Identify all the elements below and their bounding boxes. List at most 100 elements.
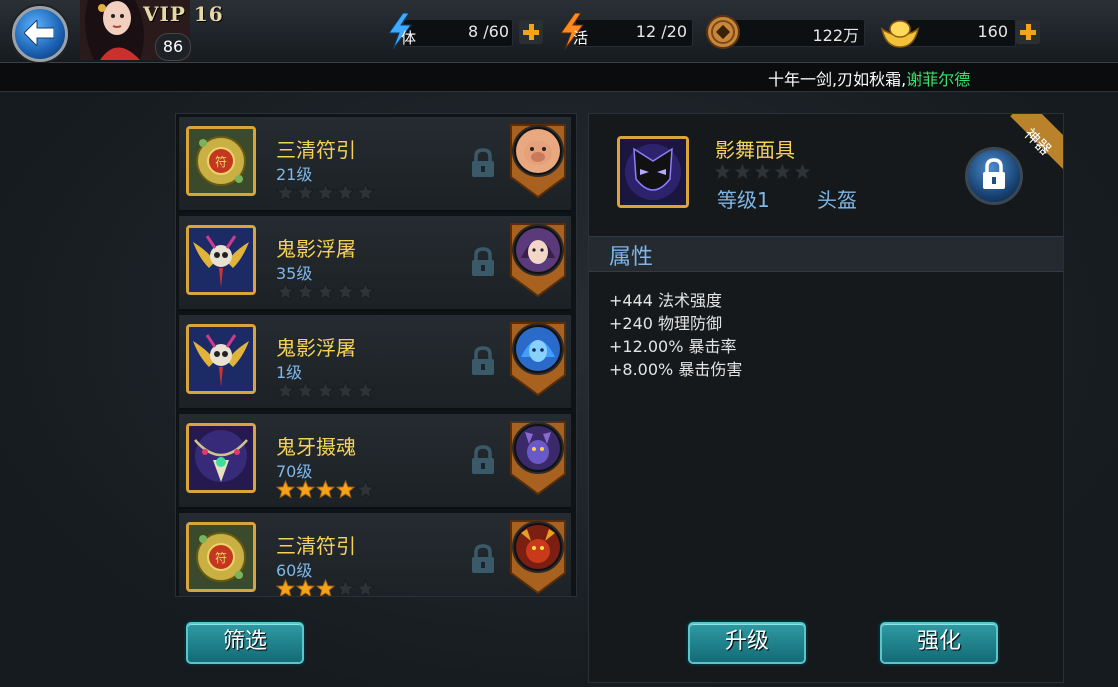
stamina-value: 8 /60	[467, 22, 509, 41]
equipment-list[interactable]: 符三清符引 21级 鬼影浮屠 35级 鬼影浮屠 1级 鬼牙摄魂 70级符三清符引 60级	[175, 113, 577, 597]
copper-coin-icon	[706, 15, 740, 49]
equipment-list-item[interactable]: 鬼影浮屠 35级	[179, 216, 571, 311]
item-name: 三清符引	[276, 138, 356, 162]
star-empty-icon	[296, 381, 315, 400]
item-lock-icon[interactable]	[469, 543, 497, 575]
star-empty-icon	[733, 162, 752, 181]
gold-value: 160	[977, 22, 1008, 41]
star-empty-icon	[296, 183, 315, 202]
star-empty-icon	[773, 162, 792, 181]
shadow-mask-icon	[620, 139, 686, 205]
svg-text:符: 符	[215, 154, 227, 169]
equipment-icon	[186, 225, 256, 295]
star-filled-icon	[316, 579, 335, 596]
attributes-list: +444 法术强度 +240 物理防御 +12.00% 暴击率 +8.00% 暴击伤害	[609, 289, 742, 381]
equipment-icon-detail	[617, 136, 689, 208]
star-empty-icon	[336, 282, 355, 301]
equipment-slot: 头盔	[817, 188, 857, 212]
skull-wing-icon	[189, 327, 253, 391]
star-empty-icon	[356, 480, 375, 499]
back-arrow-icon	[24, 20, 54, 46]
attribute-line: +444 法术强度	[609, 291, 723, 310]
stamina-resource: 体 8 /60	[385, 13, 545, 49]
equipment-list-item[interactable]: 鬼牙摄魂 70级	[179, 414, 571, 509]
vitality-label: 活	[573, 29, 589, 47]
item-stars	[276, 579, 376, 596]
back-button[interactable]	[12, 6, 68, 62]
item-stars	[276, 381, 376, 404]
artifact-corner-badge: 神器	[1003, 114, 1063, 174]
item-name: 鬼影浮屠	[276, 336, 356, 360]
equipment-name: 影舞面具	[715, 138, 795, 162]
fang-necklace-icon	[189, 426, 253, 490]
attribute-line: +8.00% 暴击伤害	[609, 360, 743, 379]
vip-label: VIP 16	[143, 2, 224, 26]
equipment-list-item[interactable]: 符 三清符引 21级	[179, 117, 571, 212]
item-lock-icon[interactable]	[469, 147, 497, 179]
skull-wing-icon	[189, 228, 253, 292]
top-bar: VIP 16 86 体 8 /60 活 12 /20 122万 160	[0, 0, 1118, 63]
star-empty-icon	[316, 381, 335, 400]
boar-hero-icon[interactable]	[507, 119, 569, 199]
star-empty-icon	[276, 183, 295, 202]
star-empty-icon	[356, 282, 375, 301]
attribute-line: +240 物理防御	[609, 314, 723, 333]
item-level: 21级	[276, 165, 313, 184]
item-level: 35级	[276, 264, 313, 283]
ticker-text: 十年一剑,刃如秋霜,谢菲尔德	[768, 66, 1008, 90]
stamina-label: 体	[401, 29, 417, 47]
announcement-ticker: 十年一剑,刃如秋霜,谢菲尔德	[0, 63, 1118, 92]
star-empty-icon	[336, 381, 355, 400]
add-stamina-button[interactable]	[519, 20, 543, 44]
equipment-icon	[186, 423, 256, 493]
enhance-button[interactable]: 强化	[880, 622, 998, 664]
equipment-level: 等级1	[717, 188, 770, 212]
attributes-header: 属性	[589, 236, 1063, 272]
filter-button[interactable]: 筛选	[186, 622, 304, 664]
star-empty-icon	[356, 579, 375, 596]
item-lock-icon[interactable]	[469, 246, 497, 278]
player-level-badge: 86	[155, 33, 191, 61]
vitality-value: 12 /20	[635, 22, 687, 41]
item-level: 70级	[276, 462, 313, 481]
equipment-list-item[interactable]: 符 三清符引 60级	[179, 513, 571, 596]
gold-resource: 160	[880, 17, 1040, 49]
equipment-list-item[interactable]: 鬼影浮屠 1级	[179, 315, 571, 410]
lady-hero-icon[interactable]	[507, 218, 569, 298]
attribute-line: +12.00% 暴击率	[609, 337, 737, 356]
coins-value: 122万	[812, 26, 859, 45]
equipment-icon: 符	[186, 522, 256, 592]
svg-text:符: 符	[215, 550, 227, 565]
star-empty-icon	[316, 183, 335, 202]
star-filled-icon	[276, 579, 295, 596]
talisman-icon: 符	[189, 129, 253, 193]
upgrade-button[interactable]: 升级	[688, 622, 806, 664]
demon-hero-icon[interactable]	[507, 416, 569, 496]
add-gold-button[interactable]	[1016, 20, 1040, 44]
equipment-icon: 符	[186, 126, 256, 196]
equipment-icon	[186, 324, 256, 394]
beast-hero-icon[interactable]	[507, 515, 569, 595]
star-filled-icon	[296, 480, 315, 499]
star-empty-icon	[713, 162, 732, 181]
attributes-title: 属性	[609, 245, 654, 270]
item-name: 三清符引	[276, 534, 356, 558]
item-name: 鬼影浮屠	[276, 237, 356, 261]
star-empty-icon	[793, 162, 812, 181]
star-empty-icon	[336, 183, 355, 202]
blue-hair-hero-icon[interactable]	[507, 317, 569, 397]
item-name: 鬼牙摄魂	[276, 435, 356, 459]
item-level: 60级	[276, 561, 313, 580]
star-empty-icon	[336, 579, 355, 596]
equipment-stars	[713, 162, 813, 185]
item-lock-icon[interactable]	[469, 345, 497, 377]
equipment-detail-panel: 影舞面具 等级1 头盔 神器 属性 +444 法术强度 +240 物理防御 +12.…	[588, 113, 1064, 683]
item-lock-icon[interactable]	[469, 444, 497, 476]
star-empty-icon	[356, 381, 375, 400]
star-filled-icon	[296, 579, 315, 596]
ticker-player-name[interactable]: 谢菲尔德	[906, 70, 970, 89]
item-stars	[276, 183, 376, 206]
star-empty-icon	[356, 183, 375, 202]
star-filled-icon	[336, 480, 355, 499]
item-stars	[276, 282, 376, 305]
